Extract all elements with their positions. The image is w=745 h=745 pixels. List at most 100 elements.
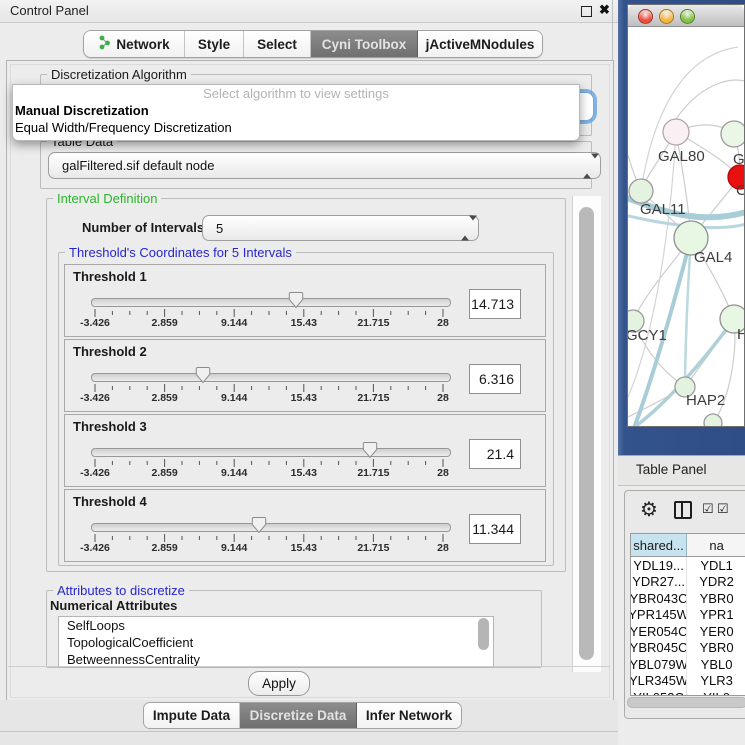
table-row[interactable]: YBR045CYBR0 <box>631 640 745 657</box>
table-cell[interactable]: YLR3 <box>687 673 745 690</box>
tick-label: -3.426 <box>80 317 110 329</box>
network-node[interactable] <box>721 121 744 147</box>
gear-icon[interactable]: ⚙ <box>640 497 658 522</box>
slider-track[interactable] <box>91 523 451 532</box>
checkbox-checked-icon[interactable]: ☑ <box>702 501 714 517</box>
table-panel-header: Table Panel <box>618 455 745 486</box>
slider-handle[interactable] <box>251 516 267 534</box>
table-cell[interactable]: YPR1 <box>687 607 745 624</box>
table-row[interactable]: YDR27...YDR2 <box>631 574 745 591</box>
algorithm-option-equal-width[interactable]: Equal Width/Frequency Discretization <box>13 120 579 137</box>
panel-scrollbar-thumb[interactable] <box>579 207 594 660</box>
attribute-list-item[interactable]: TopologicalCoefficient <box>59 634 493 651</box>
table-cell[interactable]: YBR045C <box>631 640 687 657</box>
table-row[interactable]: YDL19...YDL1 <box>631 557 745 574</box>
bottom-border-line <box>0 731 618 732</box>
network-canvas[interactable]: GAL80GACGAL11GAL4GCY1HHAP2 <box>628 27 744 426</box>
table-cell[interactable]: YLR345W <box>631 673 687 690</box>
table-row[interactable]: YBL079WYBL0 <box>631 656 745 673</box>
table-cell[interactable]: YER0 <box>687 623 745 640</box>
tick-label: 21.715 <box>357 542 389 554</box>
tab-label: Select <box>257 37 297 52</box>
column-header-shared[interactable]: shared... <box>631 534 687 556</box>
tick-label: 2.859 <box>151 467 177 479</box>
node-label: GA <box>733 151 744 168</box>
table-cell[interactable]: YBR0 <box>687 590 745 607</box>
tab-impute-data[interactable]: Impute Data <box>144 703 240 728</box>
tab-network[interactable]: Network <box>84 31 185 57</box>
threshold-value-field[interactable]: 14.713 <box>469 289 521 319</box>
table-row[interactable]: YPR145WYPR1 <box>631 607 745 624</box>
slider-ticks <box>91 383 451 395</box>
table-row[interactable]: YLR345WYLR3 <box>631 673 745 690</box>
tick-label: 28 <box>437 392 449 404</box>
minimize-traffic-light[interactable] <box>659 9 674 24</box>
number-of-intervals-combobox[interactable]: 5 <box>202 215 479 241</box>
slider-ticks <box>91 458 451 470</box>
table-hscrollbar-thumb[interactable] <box>627 697 745 708</box>
panel-separator <box>8 666 610 667</box>
table-cell[interactable]: YBR0 <box>687 640 745 657</box>
close-icon[interactable]: ✖ <box>599 2 610 18</box>
slider-track[interactable] <box>91 373 451 382</box>
network-node[interactable] <box>704 414 722 426</box>
slider-handle[interactable] <box>288 291 304 309</box>
table-cell[interactable]: YDR27... <box>631 574 687 591</box>
table-cell[interactable]: YDL19... <box>631 557 687 574</box>
slider-handle[interactable] <box>362 441 378 459</box>
column-view-icon[interactable] <box>674 501 692 519</box>
tab-infer-network[interactable]: Infer Network <box>357 703 461 728</box>
apply-button[interactable]: Apply <box>248 671 310 696</box>
algorithm-option-manual[interactable]: Manual Discretization <box>13 103 579 120</box>
node-table: shared... na YDL19...YDL1YDR27...YDR2YBR… <box>630 533 745 696</box>
threshold-value-field[interactable]: 6.316 <box>469 364 521 394</box>
table-cell[interactable]: YDR2 <box>687 574 745 591</box>
network-edge[interactable] <box>628 132 676 397</box>
top-tab-bar: Network Style Select Cyni Toolbox jActiv… <box>83 30 543 58</box>
network-edge[interactable] <box>676 80 744 119</box>
list-scrollbar-thumb[interactable] <box>478 618 489 650</box>
tab-jactivemnodules[interactable]: jActiveMNodules <box>418 31 542 57</box>
table-cell[interactable]: YDL1 <box>687 557 745 574</box>
table-cell[interactable]: YIL0 <box>687 689 745 696</box>
table-row[interactable]: YBR043CYBR0 <box>631 590 745 607</box>
tick-label: 15.43 <box>291 542 317 554</box>
slider-handle[interactable] <box>195 366 211 384</box>
float-window-icon[interactable] <box>581 6 592 17</box>
table-cell[interactable]: YER054C <box>631 623 687 640</box>
tick-label: 9.144 <box>221 467 247 479</box>
close-traffic-light[interactable] <box>638 9 653 24</box>
thresholds-group-title: Threshold's Coordinates for 5 Intervals <box>65 245 296 260</box>
attribute-list-item[interactable]: SelfLoops <box>59 617 493 634</box>
network-window-titlebar[interactable] <box>628 5 744 27</box>
tab-cyni-toolbox[interactable]: Cyni Toolbox <box>311 31 418 57</box>
tab-style[interactable]: Style <box>185 31 244 57</box>
interval-definition-title: Interval Definition <box>53 191 161 206</box>
zoom-traffic-light[interactable] <box>680 9 695 24</box>
network-node[interactable] <box>663 119 689 145</box>
table-cell[interactable]: YBL0 <box>687 656 745 673</box>
slider-track[interactable] <box>91 448 451 457</box>
tick-label: 15.43 <box>291 467 317 479</box>
slider-ticks <box>91 533 451 545</box>
table-cell[interactable]: YIL052C <box>631 689 687 696</box>
column-header-name[interactable]: na <box>687 534 745 556</box>
checkbox-checked-icon[interactable]: ☑ <box>717 501 729 517</box>
table-cell[interactable]: YBR043C <box>631 590 687 607</box>
tick-label: 2.859 <box>151 542 177 554</box>
table-cell[interactable]: YBL079W <box>631 656 687 673</box>
network-node[interactable] <box>629 179 653 203</box>
tick-label: 15.43 <box>291 392 317 404</box>
tab-select[interactable]: Select <box>244 31 311 57</box>
network-edge[interactable] <box>641 47 738 191</box>
table-row[interactable]: YIL052CYIL0 <box>631 689 745 696</box>
slider-ticks <box>91 308 451 320</box>
node-label: HAP2 <box>686 392 725 409</box>
table-row[interactable]: YER054CYER0 <box>631 623 745 640</box>
slider-track[interactable] <box>91 298 451 307</box>
threshold-value-field[interactable]: 11.344 <box>469 514 521 544</box>
threshold-value-field[interactable]: 21.4 <box>469 439 521 469</box>
tab-discretize-data[interactable]: Discretize Data <box>240 703 357 728</box>
table-data-combobox[interactable]: galFiltered.sif default node <box>48 152 601 179</box>
table-cell[interactable]: YPR145W <box>631 607 687 624</box>
